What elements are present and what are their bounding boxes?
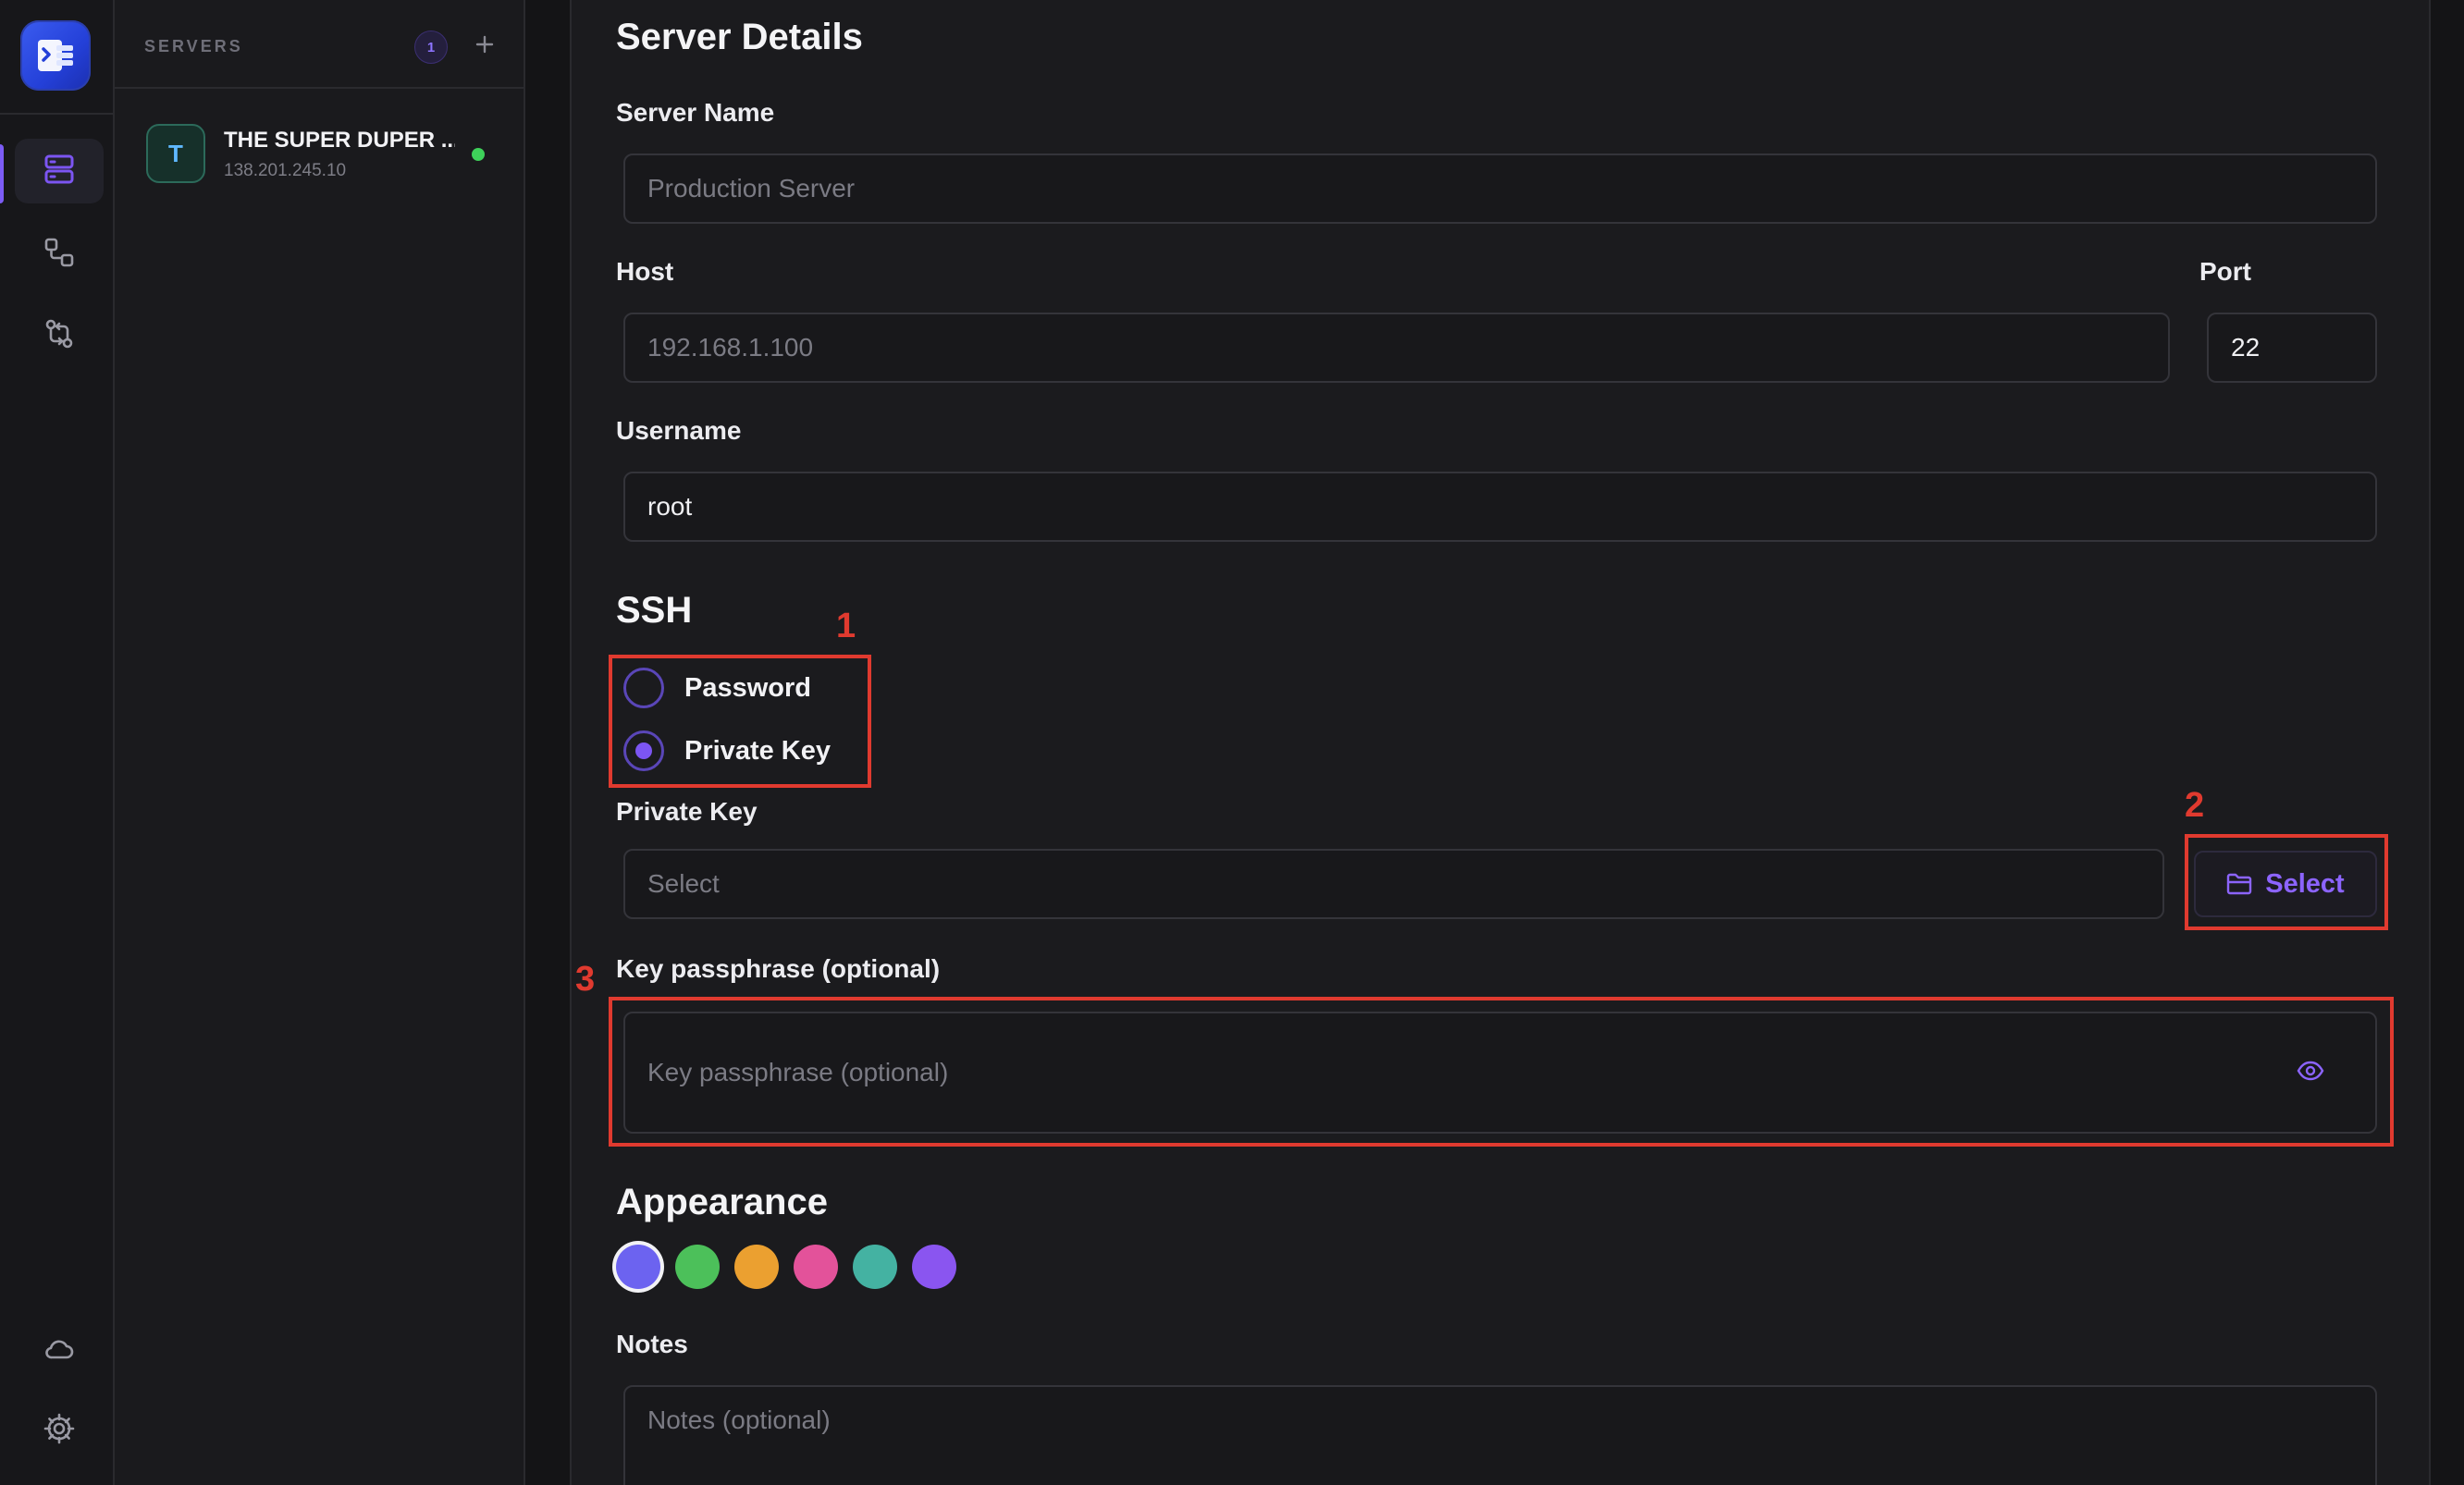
annotation-number-1: 1 [836, 607, 856, 645]
server-list-panel: SERVERS 1 T THE SUPER DUPER ... 138.201.… [115, 0, 525, 1485]
annotation-box-1 [609, 655, 871, 788]
username-input[interactable] [623, 472, 2377, 542]
color-swatch-2[interactable] [675, 1245, 720, 1289]
sync-icon [43, 317, 76, 355]
add-server-button[interactable] [464, 26, 505, 67]
plus-icon [474, 34, 495, 59]
servers-nav-button[interactable] [15, 139, 104, 203]
rail-active-indicator [0, 144, 4, 203]
annotation-box-2 [2185, 834, 2388, 930]
color-swatch-5[interactable] [853, 1245, 897, 1289]
server-list-header: SERVERS 1 [115, 0, 525, 89]
port-label: Port [2199, 257, 2251, 286]
color-swatch-4[interactable] [794, 1245, 838, 1289]
connections-icon [43, 236, 76, 274]
connections-nav-button[interactable] [15, 222, 104, 287]
online-status-dot [472, 148, 485, 161]
cloud-nav-button[interactable] [15, 1319, 104, 1383]
rail-divider [0, 113, 115, 115]
color-swatch-1[interactable] [616, 1245, 660, 1289]
sync-nav-button[interactable] [15, 303, 104, 368]
annotation-box-3 [609, 997, 2394, 1147]
server-avatar: T [146, 124, 205, 183]
server-name-label: Server Name [616, 98, 775, 127]
server-ip: 138.201.245.10 [224, 161, 347, 180]
color-swatch-6[interactable] [912, 1245, 956, 1289]
server-list-item[interactable]: T THE SUPER DUPER ... 138.201.245.10 [129, 109, 511, 198]
annotation-number-3: 3 [575, 960, 596, 999]
section-title-ssh: SSH [616, 590, 693, 631]
notes-textarea[interactable] [623, 1385, 2377, 1485]
panel-gap [525, 0, 570, 1485]
server-name: THE SUPER DUPER ... [224, 128, 455, 153]
settings-nav-button[interactable] [15, 1398, 104, 1463]
settings-icon [43, 1412, 76, 1450]
port-input[interactable] [2207, 313, 2377, 383]
private-key-label: Private Key [616, 797, 758, 826]
section-title-appearance: Appearance [616, 1182, 828, 1222]
color-swatch-3[interactable] [734, 1245, 779, 1289]
logo-icon[interactable] [20, 20, 91, 91]
username-label: Username [616, 416, 742, 445]
app-window: SERVERS 1 T THE SUPER DUPER ... 138.201.… [0, 0, 2464, 1485]
server-count-badge: 1 [414, 31, 448, 64]
server-name-input[interactable] [623, 153, 2377, 224]
servers-icon [42, 152, 77, 191]
cloud-icon [43, 1332, 76, 1370]
section-title-server-details: Server Details [616, 17, 863, 57]
host-label: Host [616, 257, 674, 286]
passphrase-label: Key passphrase (optional) [616, 954, 941, 983]
annotation-number-2: 2 [2185, 786, 2205, 825]
host-input[interactable] [623, 313, 2170, 383]
notes-label: Notes [616, 1330, 688, 1358]
servers-heading: SERVERS [144, 37, 243, 55]
private-key-path-input[interactable] [623, 849, 2164, 919]
icon-rail [0, 0, 115, 1485]
